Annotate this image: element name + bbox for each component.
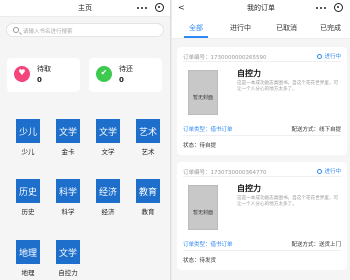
category-tile[interactable]: 艺术 艺术 <box>136 119 162 156</box>
stat-label: 待还 <box>119 65 133 73</box>
more-icon[interactable] <box>137 4 147 11</box>
order-tabs: 全部 进行中 已取消 已完成 <box>172 17 350 39</box>
book-description: 这是一本成功励志类图书。自这个花花世界里，可让一个人分心的地方太多了。 <box>237 196 339 207</box>
orders-nav-bar: < 我的订单 <box>172 0 350 17</box>
close-mini-program-icon[interactable] <box>155 3 164 12</box>
category-label: 少儿 <box>21 148 35 156</box>
tab-all[interactable]: 全部 <box>189 23 203 33</box>
screenshot: 主页 请输入书名进行搜索 ♥ 待取 0 ✔ 待还 0 少儿 少儿 文学 金卡 文… <box>0 0 350 280</box>
tab-cancelled[interactable]: 已取消 <box>276 23 297 33</box>
category-label: 自控力 <box>58 269 78 277</box>
category-tile[interactable]: 历史 历史 <box>16 179 42 216</box>
order-number: 订单编号：1730000000265590 <box>183 55 267 61</box>
divider <box>183 61 341 62</box>
category-label: 艺术 <box>141 148 155 156</box>
category-icon: 文学 <box>96 119 120 143</box>
tab-in-progress[interactable]: 进行中 <box>230 23 251 33</box>
category-icon: 历史 <box>16 179 40 203</box>
category-icon: 科学 <box>56 179 80 203</box>
clock-icon <box>317 168 323 174</box>
category-tile[interactable]: 经济 经济 <box>96 179 122 216</box>
book-cover: 暂无封面 <box>188 70 218 115</box>
category-tile[interactable]: 少儿 少儿 <box>16 119 42 156</box>
tab-completed[interactable]: 已完成 <box>320 23 341 33</box>
stat-count: 0 <box>119 76 124 84</box>
category-tile[interactable]: 教育 教育 <box>136 179 162 216</box>
category-tile[interactable]: 文学 金卡 <box>56 119 82 156</box>
more-icon[interactable] <box>316 4 326 11</box>
category-label: 教育 <box>141 208 155 216</box>
category-label: 文学 <box>101 148 115 156</box>
category-icon: 经济 <box>96 179 120 203</box>
category-tile[interactable]: 文学 文学 <box>96 119 122 156</box>
stat-card-return[interactable]: ✔ 待还 0 <box>89 58 162 92</box>
leaf-icon: ✔ <box>96 66 112 82</box>
clock-icon <box>317 53 323 59</box>
book-cover: 暂无封面 <box>188 185 218 230</box>
order-state: 状态：待自提 <box>183 143 217 149</box>
stat-label: 待取 <box>37 65 51 73</box>
category-label: 历史 <box>21 208 35 216</box>
category-icon: 文学 <box>56 119 80 143</box>
shipping-method: 配送方式：送货上门 <box>291 242 341 248</box>
book-description: 这是一本成功励志类图书。自这个花花世界里，可让一个人分心的地方太多了。 <box>237 81 339 92</box>
order-state: 状态：待发货 <box>183 258 217 264</box>
search-icon <box>13 27 19 33</box>
divider <box>183 250 341 251</box>
shipping-method: 配送方式：线下自提 <box>291 127 341 133</box>
category-icon: 教育 <box>136 179 160 203</box>
order-card[interactable]: 订单编号：1730730000364770 进行中 暂无封面 自控力 这是一本成… <box>177 162 347 270</box>
category-label: 地理 <box>21 269 35 277</box>
search-placeholder: 请输入书名进行搜索 <box>23 29 73 35</box>
capsule-controls <box>172 0 350 17</box>
category-label: 金卡 <box>61 148 75 156</box>
book-title: 自控力 <box>237 69 261 78</box>
book-title: 自控力 <box>237 184 261 193</box>
category-icon: 少儿 <box>16 119 40 143</box>
order-type-link[interactable]: 订单类型：借书订单 <box>183 125 233 133</box>
home-screen: 主页 请输入书名进行搜索 ♥ 待取 0 ✔ 待还 0 少儿 少儿 文学 金卡 文… <box>0 0 171 280</box>
category-label: 科学 <box>61 208 75 216</box>
bookmark-icon: ♥ <box>14 66 30 82</box>
category-icon: 地理 <box>16 240 40 264</box>
category-tile[interactable]: 科学 科学 <box>56 179 82 216</box>
orders-screen: < 我的订单 全部 进行中 已取消 已完成 订单编号：1730000000265… <box>172 0 350 280</box>
home-nav-bar: 主页 <box>0 0 170 17</box>
status-badge: 进行中 <box>317 167 341 175</box>
category-icon: 文学 <box>56 240 80 264</box>
category-icon: 艺术 <box>136 119 160 143</box>
order-type-link[interactable]: 订单类型：借书订单 <box>183 240 233 248</box>
order-card[interactable]: 订单编号：1730000000265590 进行中 暂无封面 自控力 这是一本成… <box>177 47 347 155</box>
close-mini-program-icon[interactable] <box>334 3 343 12</box>
status-badge: 进行中 <box>317 52 341 60</box>
order-number: 订单编号：1730730000364770 <box>183 170 267 176</box>
active-tab-indicator <box>184 36 208 38</box>
stat-card-pickup[interactable]: ♥ 待取 0 <box>7 58 80 92</box>
divider <box>183 176 341 177</box>
category-tile[interactable]: 地理 地理 <box>16 240 42 277</box>
divider <box>183 135 341 136</box>
search-input[interactable]: 请输入书名进行搜索 <box>6 23 164 37</box>
category-tile[interactable]: 文学 自控力 <box>56 240 82 277</box>
category-label: 经济 <box>101 208 115 216</box>
stat-count: 0 <box>37 76 42 84</box>
